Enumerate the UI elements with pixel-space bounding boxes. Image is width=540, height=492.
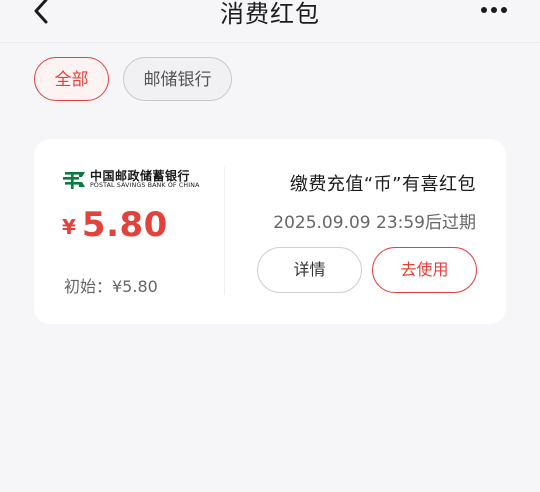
coupon-title: 缴费充值“币”有喜红包 (289, 174, 476, 195)
filter-chip-all[interactable]: 全部 (34, 57, 109, 101)
bank-logo: 中国邮政储蓄银行 POSTAL SAVINGS BANK OF CHINA (62, 167, 202, 195)
page: 消费红包 全部 邮储银行 中国邮政储蓄银行 POSTAL SAVINGS BAN… (0, 0, 540, 492)
card-divider (224, 167, 225, 295)
amount-value: 5.80 (81, 205, 168, 245)
page-title: 消费红包 (220, 0, 320, 28)
coupon-amount: ¥5.80 (62, 205, 168, 245)
bank-name-en: POSTAL SAVINGS BANK OF CHINA (90, 182, 200, 189)
more-dots-icon[interactable] (480, 6, 508, 14)
initial-amount: 初始：¥5.80 (64, 277, 158, 296)
postal-bank-logo-icon (63, 172, 85, 189)
coupon-card: 中国邮政储蓄银行 POSTAL SAVINGS BANK OF CHINA ¥5… (34, 139, 506, 324)
detail-button[interactable]: 详情 (257, 247, 362, 293)
filter-chip-postal-bank[interactable]: 邮储银行 (123, 57, 232, 101)
currency-symbol: ¥ (62, 215, 76, 239)
expiry-date: 2025.09.09 23:59后过期 (273, 213, 476, 233)
use-coupon-button[interactable]: 去使用 (372, 247, 477, 293)
nav-bar: 消费红包 (0, 0, 540, 43)
